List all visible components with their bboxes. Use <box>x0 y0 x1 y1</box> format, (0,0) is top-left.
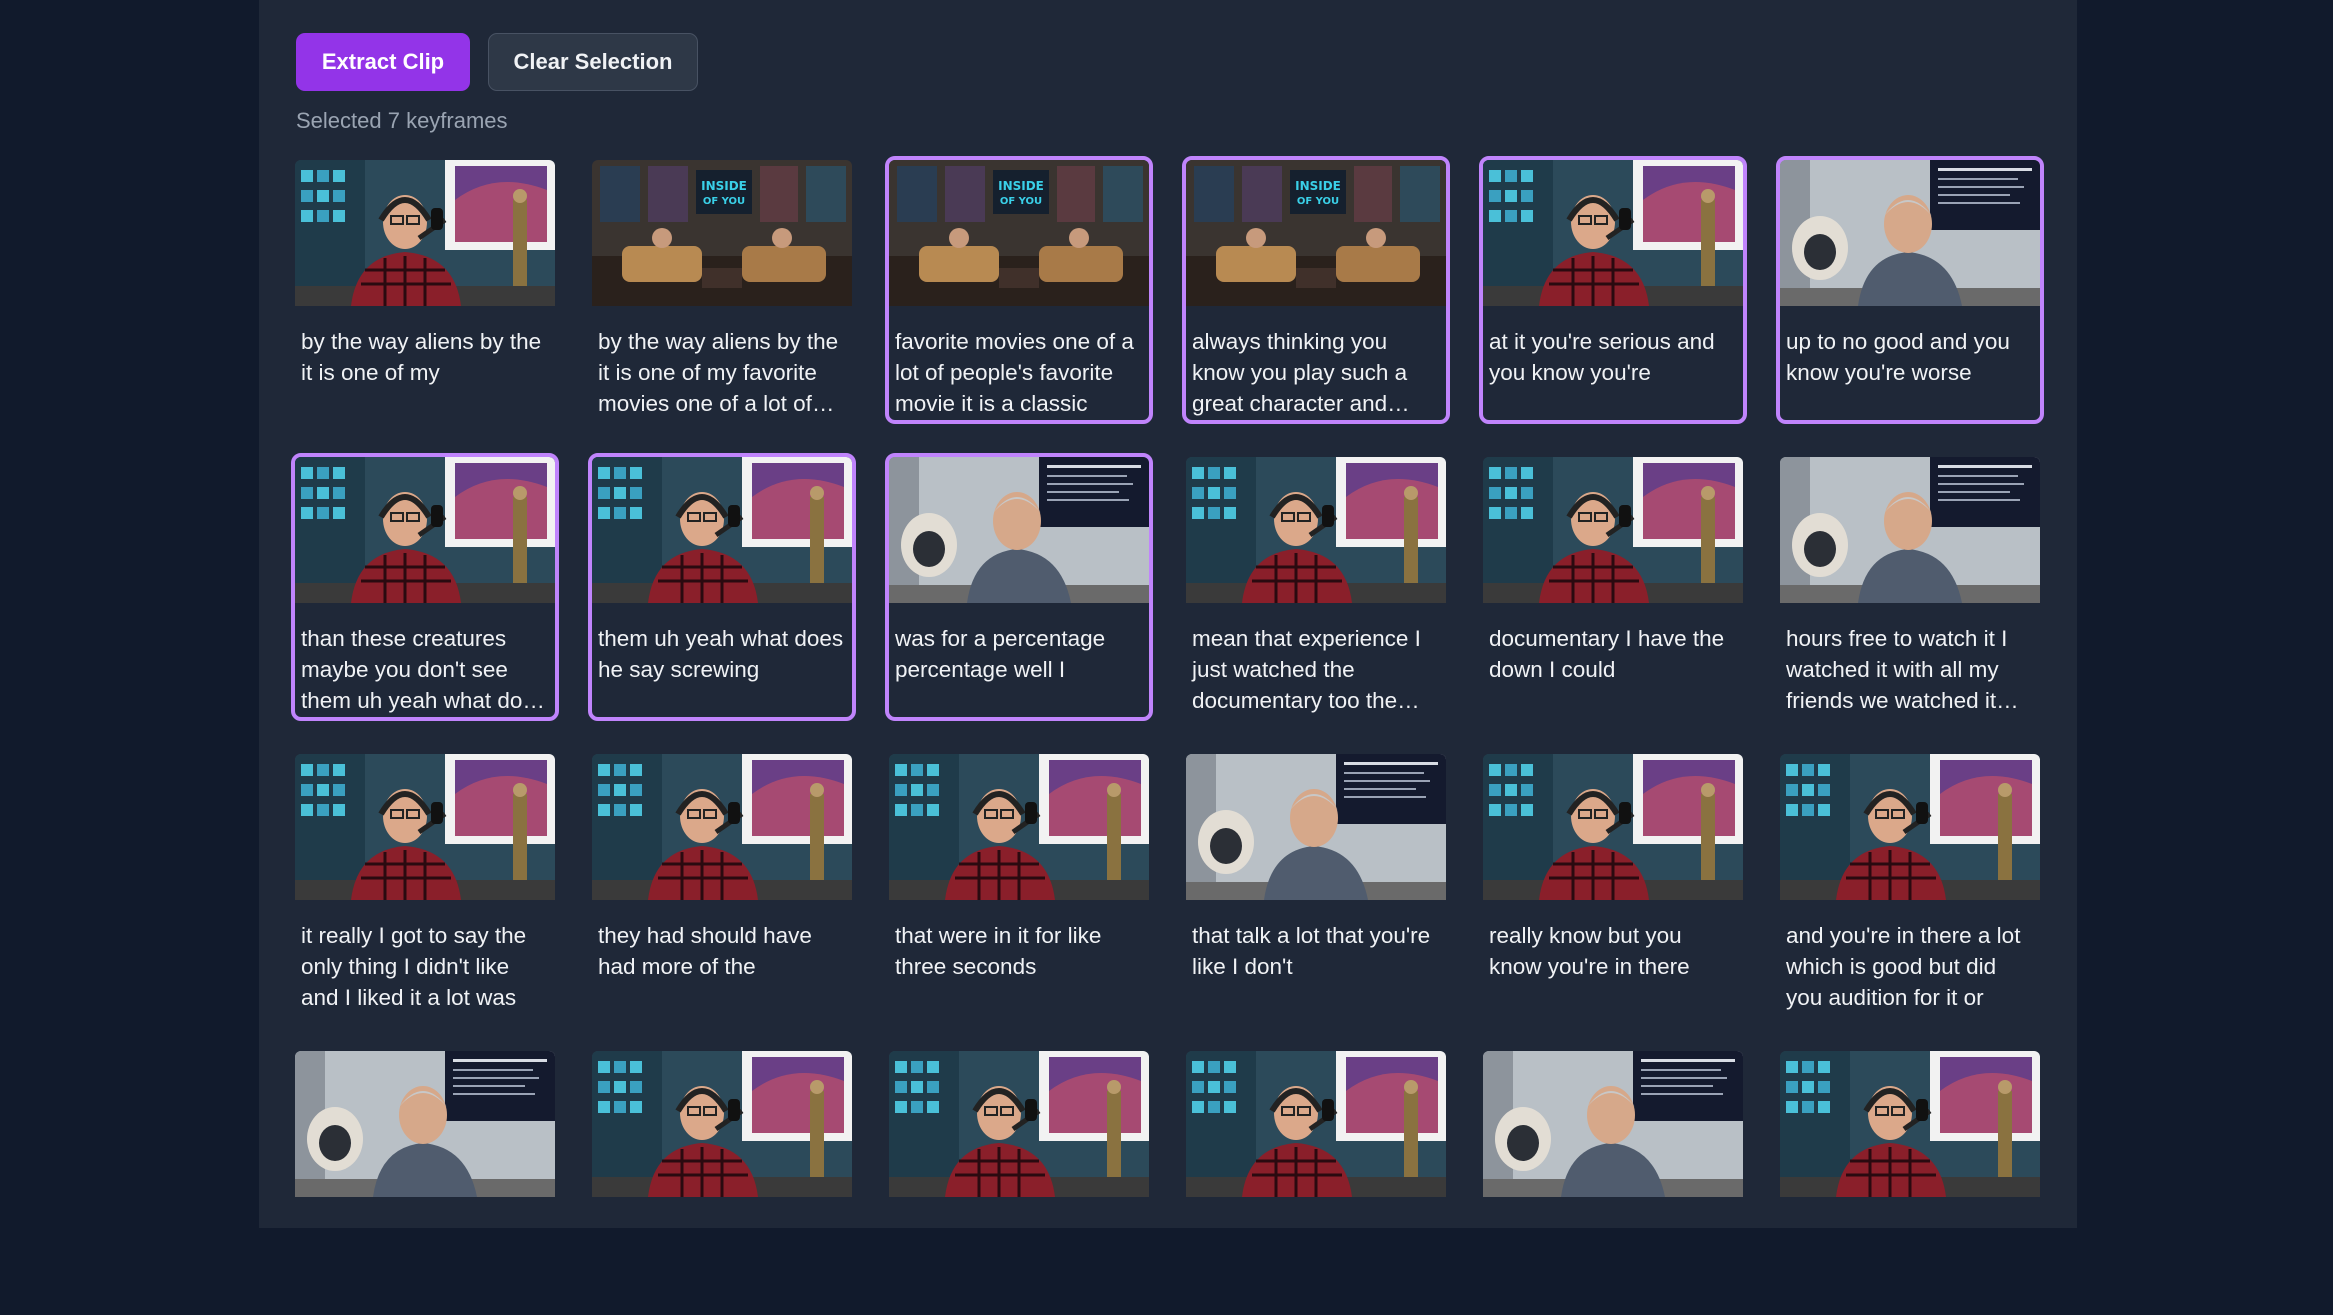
keyframe-caption: they had should have had more of the <box>598 923 812 979</box>
keyframe-caption: than these creatures maybe you don't see… <box>301 626 547 713</box>
svg-text:INSIDE: INSIDE <box>701 179 747 193</box>
svg-text:INSIDE: INSIDE <box>1295 179 1341 193</box>
keyframe-thumbnail <box>1483 1051 1743 1197</box>
keyframe-caption: by the way aliens by the it is one of my <box>301 329 542 385</box>
keyframe-card[interactable]: that talk a lot that you're like I don't <box>1182 750 1450 1018</box>
keyframe-thumbnail: INSIDE OF YOU <box>592 160 852 306</box>
keyframe-card[interactable]: documentary I have the down I could <box>1479 453 1747 721</box>
keyframe-card[interactable] <box>885 1047 1153 1315</box>
keyframe-thumbnail <box>889 457 1149 603</box>
keyframe-card[interactable]: hours free to watch it I watched it with… <box>1776 453 2044 721</box>
keyframe-caption: it really I got to say the only thing I … <box>301 923 527 1010</box>
keyframe-caption: mean that experience I just watched the … <box>1192 626 1421 713</box>
keyframe-caption: hours free to watch it I watched it with… <box>1786 626 2008 713</box>
keyframe-thumbnail <box>295 1051 555 1197</box>
keyframe-thumbnail <box>889 1051 1149 1197</box>
keyframe-caption <box>1780 1197 2040 1217</box>
keyframe-caption <box>295 1197 555 1217</box>
keyframe-card[interactable] <box>1776 1047 2044 1315</box>
keyframe-caption <box>1483 1197 1743 1217</box>
selection-status: Selected 7 keyframes <box>296 108 508 133</box>
keyframe-grid: by the way aliens by the it is one of my… <box>291 156 2044 1315</box>
keyframe-caption <box>1186 1197 1446 1217</box>
extract-clip-button[interactable]: Extract Clip <box>296 33 470 91</box>
keyframe-card[interactable] <box>588 1047 856 1315</box>
keyframe-caption: documentary I have the down I could <box>1489 626 1725 682</box>
keyframe-card[interactable] <box>1479 1047 1747 1315</box>
keyframe-caption: them uh yeah what does he say screwing <box>598 626 844 682</box>
keyframe-caption: really know but you know you're in there <box>1489 923 1690 979</box>
svg-text:OF YOU: OF YOU <box>1000 196 1042 207</box>
keyframe-card[interactable]: and you're in there a lot which is good … <box>1776 750 2044 1018</box>
keyframe-caption: that were in it for like three seconds <box>895 923 1102 979</box>
toolbar: Extract Clip Clear Selection <box>296 33 698 91</box>
keyframe-thumbnail <box>1483 457 1743 603</box>
keyframe-thumbnail <box>1780 160 2040 306</box>
svg-text:INSIDE: INSIDE <box>998 179 1044 193</box>
keyframe-card[interactable]: INSIDE OF YOU by the way aliens by the it … <box>588 156 856 424</box>
keyframe-card[interactable]: was for a percentage percentage well I <box>885 453 1153 721</box>
svg-text:OF YOU: OF YOU <box>703 196 745 207</box>
keyframe-card[interactable]: than these creatures maybe you don't see… <box>291 453 559 721</box>
keyframe-thumbnail <box>295 457 555 603</box>
keyframe-card[interactable]: them uh yeah what does he say screwing <box>588 453 856 721</box>
keyframe-card[interactable] <box>291 1047 559 1315</box>
keyframe-thumbnail <box>1186 1051 1446 1197</box>
keyframe-caption: that talk a lot that you're like I don't <box>1192 923 1431 979</box>
keyframe-card[interactable]: mean that experience I just watched the … <box>1182 453 1450 721</box>
keyframe-caption <box>592 1197 852 1217</box>
keyframe-caption: up to no good and you know you're worse <box>1786 329 2010 385</box>
keyframe-card[interactable]: really know but you know you're in there <box>1479 750 1747 1018</box>
keyframe-thumbnail <box>295 754 555 900</box>
keyframe-thumbnail: INSIDE OF YOU <box>889 160 1149 306</box>
svg-text:OF YOU: OF YOU <box>1297 196 1339 207</box>
keyframe-card[interactable]: they had should have had more of the <box>588 750 856 1018</box>
keyframe-thumbnail: INSIDE OF YOU <box>1186 160 1446 306</box>
keyframe-thumbnail <box>1780 754 2040 900</box>
keyframe-thumbnail <box>1186 754 1446 900</box>
keyframe-card[interactable]: it really I got to say the only thing I … <box>291 750 559 1018</box>
clear-selection-button[interactable]: Clear Selection <box>488 33 698 91</box>
keyframe-thumbnail <box>592 1051 852 1197</box>
keyframe-thumbnail <box>1780 457 2040 603</box>
keyframe-card[interactable]: INSIDE OF YOU favorite movies one of a lot… <box>885 156 1153 424</box>
keyframe-card[interactable]: by the way aliens by the it is one of my <box>291 156 559 424</box>
keyframe-caption: at it you're serious and you know you're <box>1489 329 1715 385</box>
keyframe-card[interactable] <box>1182 1047 1450 1315</box>
keyframe-card[interactable]: INSIDE OF YOU always thinking you know you… <box>1182 156 1450 424</box>
keyframe-thumbnail <box>889 754 1149 900</box>
keyframe-thumbnail <box>1483 754 1743 900</box>
keyframe-caption: always thinking you know you play such a… <box>1192 329 1408 416</box>
keyframe-caption: favorite movies one of a lot of people's… <box>895 329 1134 416</box>
keyframe-thumbnail <box>592 457 852 603</box>
keyframe-thumbnail <box>1186 457 1446 603</box>
keyframe-thumbnail <box>295 160 555 306</box>
keyframe-thumbnail <box>1483 160 1743 306</box>
keyframe-card[interactable]: that were in it for like three seconds <box>885 750 1153 1018</box>
keyframe-panel: Extract Clip Clear Selection Selected 7 … <box>259 0 2077 1228</box>
keyframe-caption: was for a percentage percentage well I <box>895 626 1106 682</box>
keyframe-thumbnail <box>592 754 852 900</box>
keyframe-caption: and you're in there a lot which is good … <box>1786 923 2021 1010</box>
keyframe-caption: by the way aliens by the it is one of my… <box>598 329 839 416</box>
keyframe-card[interactable]: up to no good and you know you're worse <box>1776 156 2044 424</box>
keyframe-caption <box>889 1197 1149 1217</box>
keyframe-thumbnail <box>1780 1051 2040 1197</box>
keyframe-card[interactable]: at it you're serious and you know you're <box>1479 156 1747 424</box>
